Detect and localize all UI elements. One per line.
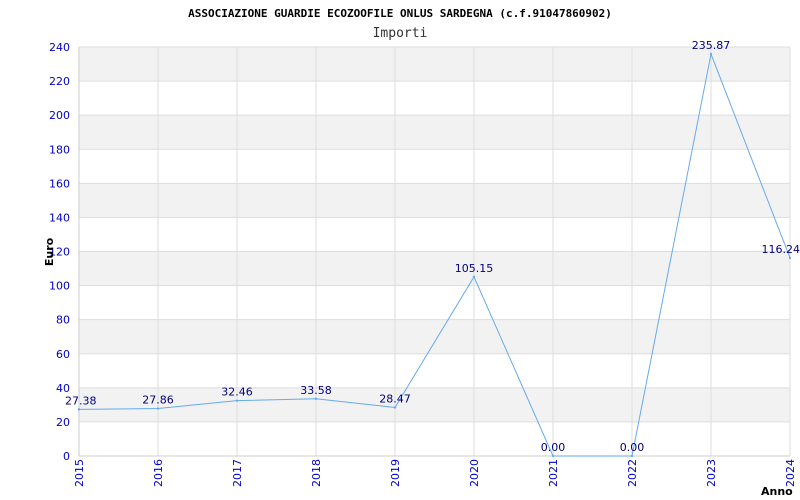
grid-band xyxy=(79,387,790,422)
data-label: 105.15 xyxy=(455,262,494,275)
chart-title: ASSOCIAZIONE GUARDIE ECOZOOFILE ONLUS SA… xyxy=(188,7,612,20)
y-axis-title: Euro xyxy=(43,237,56,266)
x-tick-label: 2023 xyxy=(705,459,718,487)
grid-band xyxy=(79,47,790,82)
data-point xyxy=(235,399,239,402)
data-label: 32.46 xyxy=(221,386,253,399)
y-tick-label: 20 xyxy=(56,416,70,429)
data-label: 33.58 xyxy=(300,384,332,397)
x-tick-label: 2016 xyxy=(152,459,165,487)
grid-band xyxy=(79,183,790,218)
y-tick-label: 100 xyxy=(49,280,70,293)
y-tick-label: 160 xyxy=(49,177,70,190)
line-chart: ASSOCIAZIONE GUARDIE ECOZOOFILE ONLUS SA… xyxy=(43,7,800,498)
data-point xyxy=(472,275,476,279)
data-label: 0.00 xyxy=(620,441,645,454)
x-axis-title: Anno xyxy=(761,485,793,498)
x-tick-label: 2019 xyxy=(389,459,402,487)
y-tick-label: 140 xyxy=(49,211,70,224)
y-tick-label: 60 xyxy=(56,348,70,361)
data-point xyxy=(77,408,81,411)
y-tick-label: 0 xyxy=(63,450,70,463)
chart-subtitle: Importi xyxy=(373,26,428,41)
x-tick-label: 2015 xyxy=(73,459,86,487)
x-tick-label: 2018 xyxy=(310,459,323,487)
data-point xyxy=(630,454,634,458)
y-tick-label: 200 xyxy=(49,109,70,122)
x-tick-label: 2020 xyxy=(468,459,481,487)
grid-band xyxy=(79,115,790,150)
data-point xyxy=(551,454,555,458)
grid-band xyxy=(79,319,790,354)
data-label: 28.47 xyxy=(379,392,411,405)
data-point xyxy=(156,407,160,410)
data-point xyxy=(393,406,397,409)
data-point xyxy=(788,256,792,260)
y-tick-label: 80 xyxy=(56,314,70,327)
data-label: 235.87 xyxy=(692,39,731,52)
y-tick-label: 40 xyxy=(56,382,70,395)
x-axis-ticks: 2015 2016 2017 2018 2019 2020 2021 2022 2023 2024 xyxy=(73,459,797,487)
y-tick-label: 240 xyxy=(49,41,70,54)
x-tick-label: 2022 xyxy=(626,459,639,487)
data-point xyxy=(314,397,318,400)
x-tick-label: 2021 xyxy=(547,459,560,487)
x-tick-label: 2017 xyxy=(231,459,244,487)
data-label: 0.00 xyxy=(541,441,566,454)
x-tick-label: 2024 xyxy=(784,459,797,487)
data-label: 27.38 xyxy=(65,394,97,407)
grid-band xyxy=(79,251,790,286)
background-bands xyxy=(79,47,790,422)
data-label: 27.86 xyxy=(142,394,174,407)
data-point xyxy=(709,52,713,56)
y-tick-label: 220 xyxy=(49,75,70,88)
y-tick-label: 180 xyxy=(49,143,70,156)
data-label: 116.24 xyxy=(762,243,800,256)
